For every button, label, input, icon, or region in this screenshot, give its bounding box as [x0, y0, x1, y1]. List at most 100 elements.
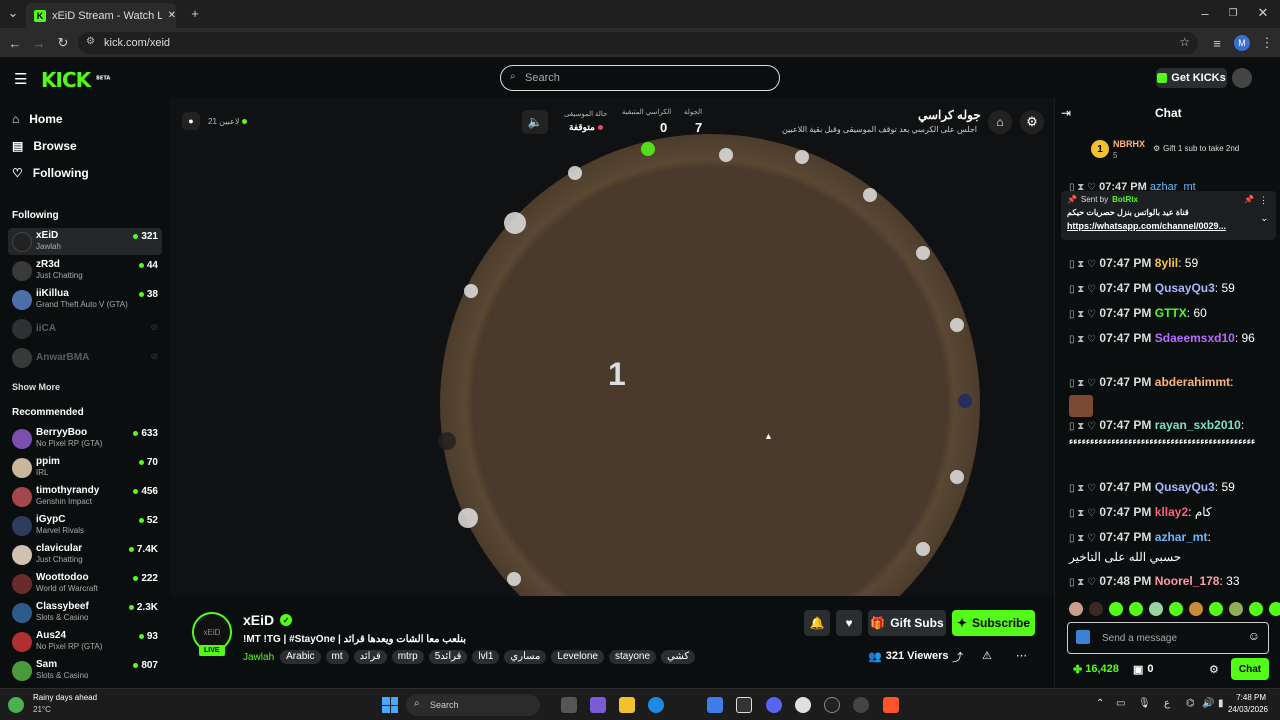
window-close-icon[interactable]: ✕	[1256, 5, 1270, 20]
emote-icon[interactable]	[1109, 602, 1123, 616]
user-avatar[interactable]	[1232, 68, 1252, 88]
redemptions[interactable]: ▣ 0	[1133, 663, 1154, 676]
emote-icon[interactable]	[1249, 602, 1263, 616]
kick-logo[interactable]: KICK BETA	[41, 68, 110, 92]
sidebar-channel-classybeef[interactable]: Classybeef Slots & Casino 2.3K	[8, 599, 162, 626]
message-user[interactable]: rayan_sxb2010	[1155, 418, 1241, 432]
emote-icon[interactable]	[1229, 602, 1243, 616]
stream-tag[interactable]: stayone	[608, 650, 657, 664]
notification-bell-icon[interactable]: 🔔	[804, 610, 830, 636]
channel-points[interactable]: ✤ 16,428	[1073, 663, 1119, 676]
windows-start-icon[interactable]	[382, 697, 398, 713]
sidebar-channel-berryyboo[interactable]: BerryyBoo No Pixel RP (GTA) 633	[8, 425, 162, 452]
microphone-icon[interactable]: 🎙	[1138, 698, 1151, 709]
pinned-bot-name[interactable]: BotRix	[1112, 195, 1138, 204]
message-user[interactable]: GTTX	[1155, 306, 1187, 320]
clock-time[interactable]: 7:48 PM	[1230, 693, 1266, 702]
pinned-menu-icon[interactable]: ⋮	[1259, 195, 1268, 206]
sidebar-channel-aus24[interactable]: Aus24 No Pixel RP (GTA) 93	[8, 628, 162, 655]
chat-settings-icon[interactable]: ⚙	[1209, 663, 1219, 676]
message-user[interactable]: Sdaeemsxd10	[1155, 331, 1235, 345]
message-user[interactable]: azhar_mt	[1155, 530, 1208, 544]
speaker-icon[interactable]: 🔈	[522, 110, 548, 134]
reading-list-icon[interactable]: ≡	[1210, 36, 1224, 51]
chat-message-input[interactable]: Send a message ☺	[1067, 622, 1269, 654]
app-icon[interactable]	[736, 697, 752, 713]
network-icon[interactable]: ⌬	[1186, 698, 1195, 709]
edge-icon[interactable]	[648, 697, 664, 713]
stream-tag[interactable]: قرائد5	[428, 650, 468, 664]
follow-heart-icon[interactable]: ♥	[836, 610, 862, 636]
subscribe-button[interactable]: ✦ Subscribe	[952, 610, 1035, 636]
nav-following[interactable]: ♡ Following	[12, 166, 89, 180]
emote-icon[interactable]	[1089, 602, 1103, 616]
show-more-link[interactable]: Show More	[12, 382, 60, 392]
tab-close-icon[interactable]: ✕	[168, 10, 176, 21]
stream-tag[interactable]: mtrp	[391, 650, 424, 664]
top-gifter-name[interactable]: NBRHX	[1113, 139, 1145, 149]
emote-icon[interactable]	[1269, 602, 1280, 616]
more-actions-icon[interactable]: ⋯	[1016, 649, 1027, 662]
hamburger-menu-icon[interactable]: ☰	[14, 70, 27, 88]
profile-avatar[interactable]: M	[1234, 35, 1250, 51]
file-explorer-icon[interactable]	[619, 697, 635, 713]
discord-icon[interactable]	[766, 697, 782, 713]
sidebar-channel-zr3d[interactable]: zR3d Just Chatting 44	[8, 257, 162, 284]
copilot-icon[interactable]	[590, 697, 606, 713]
message-user[interactable]: abderahimmt	[1155, 375, 1230, 389]
sidebar-channel-clavicular[interactable]: clavicular Just Chatting 7.4K	[8, 541, 162, 568]
emote-icon[interactable]	[1209, 602, 1223, 616]
unpin-icon[interactable]: 📌	[1244, 195, 1254, 204]
game-settings-icon[interactable]: ⚙	[1020, 110, 1044, 134]
stream-tag[interactable]: كشي	[661, 650, 696, 664]
game-home-icon[interactable]: ⌂	[988, 110, 1012, 134]
video-player[interactable]: 1 ▲ ● 21 لاعبين 🔈 حالة الموسيقى متوقفة ا…	[170, 98, 1054, 596]
new-tab-icon[interactable]: +	[188, 6, 202, 21]
forward-icon[interactable]: →	[32, 36, 46, 51]
stream-tag[interactable]: Levelone	[551, 650, 604, 664]
message-user[interactable]: QusayQu3	[1155, 281, 1215, 295]
site-info-icon[interactable]: ⚙	[86, 36, 95, 47]
chrome-icon[interactable]	[795, 697, 811, 713]
emoji-icon[interactable]: ☺	[1248, 629, 1260, 643]
reload-icon[interactable]: ↻	[56, 35, 70, 50]
language-indicator[interactable]: ع	[1164, 698, 1170, 709]
report-icon[interactable]: ⚠	[982, 649, 992, 662]
gift-sub-prompt[interactable]: ⚙ Gift 1 sub to take 2nd	[1153, 144, 1239, 153]
emote-icon[interactable]	[1069, 602, 1083, 616]
gift-subs-button[interactable]: 🎁 Gift Subs	[868, 610, 946, 636]
app-icon[interactable]	[824, 697, 840, 713]
pinned-link[interactable]: https://whatsapp.com/channel/0029...	[1067, 221, 1226, 231]
get-kicks-button[interactable]: Get KICKs	[1156, 68, 1227, 88]
back-icon[interactable]: ←	[8, 36, 22, 51]
brave-icon[interactable]	[883, 697, 899, 713]
sidebar-channel-xeid[interactable]: xEiD Jawlah 321	[8, 228, 162, 255]
emote-icon[interactable]	[1189, 602, 1203, 616]
nav-browse[interactable]: ▤ Browse	[12, 139, 77, 153]
emote-icon[interactable]	[1129, 602, 1143, 616]
volume-icon[interactable]: 🔊	[1202, 698, 1214, 709]
sidebar-channel-iikillua[interactable]: iiKillua Grand Theft Auto V (GTA) 38	[8, 286, 162, 313]
tab-list-icon[interactable]: ⌄	[6, 5, 20, 20]
chevron-down-icon[interactable]: ⌄	[1260, 213, 1268, 224]
send-chat-button[interactable]: Chat	[1231, 658, 1269, 680]
search-input[interactable]: ⌕ Search	[500, 65, 780, 91]
stream-tag[interactable]: Arabic	[280, 650, 321, 664]
message-user[interactable]: QusayQu3	[1155, 480, 1215, 494]
sidebar-channel-woottodoo[interactable]: Woottodoo World of Warcraft 222	[8, 570, 162, 597]
emote-icon[interactable]	[1149, 602, 1163, 616]
stream-tag[interactable]: مساري	[504, 650, 547, 664]
steam-icon[interactable]	[853, 697, 869, 713]
stream-tag[interactable]: قرائد	[353, 650, 387, 664]
url-field[interactable]: ⚙ kick.com/xeid ☆	[78, 32, 1198, 54]
collapse-chat-icon[interactable]: ⇥	[1061, 106, 1071, 120]
clock-date[interactable]: 24/03/2026	[1222, 705, 1268, 714]
message-user[interactable]: Noorel_178	[1155, 574, 1220, 588]
bookmark-star-icon[interactable]: ☆	[1179, 35, 1190, 49]
sidebar-channel-timothyrandy[interactable]: timothyrandy Genshin Impact 456	[8, 483, 162, 510]
stream-tag[interactable]: mt	[325, 650, 349, 664]
nav-home[interactable]: ⌂ Home	[12, 112, 63, 126]
taskbar-search[interactable]: ⌕ Search	[406, 694, 540, 716]
message-user[interactable]: 8ylil	[1155, 256, 1178, 270]
browser-tab-active[interactable]: K xEiD Stream - Watch Live o ✕	[26, 3, 176, 28]
